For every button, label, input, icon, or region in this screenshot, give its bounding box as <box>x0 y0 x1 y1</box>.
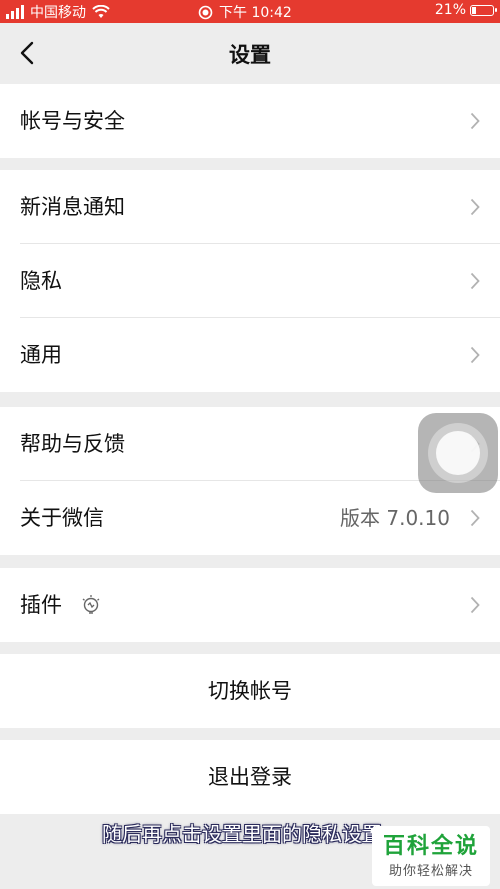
chevron-right-icon <box>470 596 480 614</box>
settings-item-label: 关于微信 <box>20 506 104 530</box>
group-logout: 退出登录 <box>0 740 500 814</box>
battery-percent: 21% <box>434 2 466 18</box>
nav-bar: 设置 <box>0 23 500 83</box>
chevron-right-icon <box>470 112 480 130</box>
settings-item-privacy[interactable]: 隐私 <box>0 244 500 318</box>
group-account: 帐号与安全 <box>0 84 500 158</box>
settings-item-new-message[interactable]: 新消息通知 <box>0 170 500 244</box>
wifi-icon <box>92 5 110 18</box>
group-general: 新消息通知 隐私 通用 <box>0 170 500 392</box>
status-right: 21% <box>434 2 497 18</box>
settings-item-general[interactable]: 通用 <box>0 318 500 392</box>
time-label: 下午 10:42 <box>219 5 292 21</box>
carrier-label: 中国移动 <box>30 5 86 21</box>
bulb-icon <box>82 595 100 614</box>
settings-item-plugins[interactable]: 插件 <box>0 568 500 642</box>
switch-account-button[interactable]: 切换帐号 <box>0 654 500 728</box>
page-title: 设置 <box>229 43 271 67</box>
assistive-touch-button[interactable] <box>418 413 498 493</box>
assistive-touch-ring-inner <box>436 431 480 475</box>
chevron-right-icon <box>470 198 480 216</box>
settings-item-label: 通用 <box>20 343 62 367</box>
chevron-right-icon <box>470 509 480 527</box>
settings-item-account-security[interactable]: 帐号与安全 <box>0 84 500 158</box>
group-switch-account: 切换帐号 <box>0 654 500 728</box>
watermark-subtitle: 助你轻松解决 <box>388 864 473 879</box>
settings-item-label: 插件 <box>20 593 62 617</box>
settings-item-label: 隐私 <box>20 269 62 293</box>
watermark-logo: 百科全说 助你轻松解决 <box>372 826 490 886</box>
watermark-title: 百科全说 <box>382 834 479 859</box>
battery-fill <box>472 6 476 14</box>
logout-button[interactable]: 退出登录 <box>0 740 500 814</box>
settings-item-label: 帐号与安全 <box>20 109 125 133</box>
signal-icon <box>6 5 24 19</box>
tutorial-caption: 随后再点击设置里面的隐私设置 <box>102 822 382 846</box>
chevron-right-icon <box>470 346 480 364</box>
status-left: 中国移动 <box>6 2 110 22</box>
chevron-right-icon <box>470 272 480 290</box>
status-bar: 中国移动 下午 10:42 21% <box>0 0 500 23</box>
status-center: 下午 10:42 <box>198 2 292 22</box>
battery-icon <box>470 4 497 16</box>
settings-item-label: 帮助与反馈 <box>20 432 125 456</box>
location-icon <box>198 5 213 19</box>
group-plugins: 插件 <box>0 568 500 642</box>
settings-item-about-wechat[interactable]: 关于微信 版本 7.0.10 <box>0 481 500 555</box>
settings-item-label: 新消息通知 <box>20 195 125 219</box>
